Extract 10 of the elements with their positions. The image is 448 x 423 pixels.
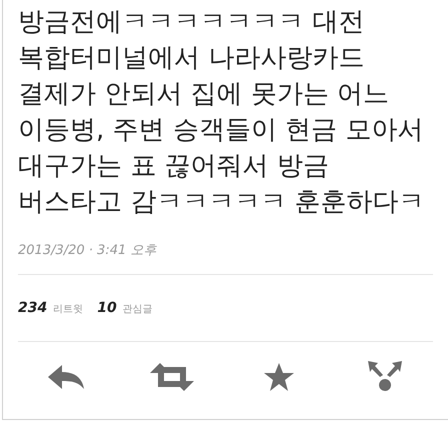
stat-count: 10 — [97, 298, 117, 318]
share-icon — [368, 361, 402, 393]
timestamp: 2013/3/20 · 3:41 오후 — [18, 242, 156, 260]
reply-arrow-icon — [48, 363, 84, 391]
stat-count: 234 — [18, 298, 48, 318]
stat-label: 관심글 — [122, 302, 153, 316]
star-icon — [264, 363, 294, 391]
stat-label: 리트윗 — [53, 302, 84, 316]
tweet-text: 방금전에ㅋㅋㅋㅋㅋㅋㅋ 대전 복합터미널에서 나라사랑카드 결제가 안되서 집에 못가는 어느 이등병, 주변 승객들이 현금 모아서 대구가는 표 끊어줘서 방금 버스타고 감ㅋㅋㅋㅋㅋ 훈훈하다ㅋ — [17, 6, 426, 219]
retweet-icon — [150, 363, 194, 391]
